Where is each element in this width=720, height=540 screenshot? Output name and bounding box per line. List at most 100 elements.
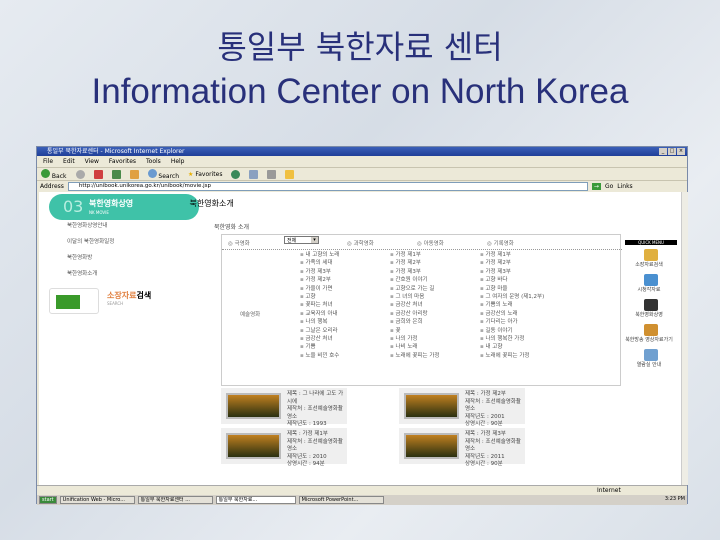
- taskbar-item[interactable]: 통일부 북한자료센터 ...: [137, 496, 213, 504]
- forward-icon[interactable]: [75, 169, 85, 179]
- movie-link[interactable]: 노래에 꽃피는 가정: [390, 352, 439, 360]
- quick-menu-item[interactable]: 북한방송 영상자료가기: [623, 324, 679, 343]
- movie-link[interactable]: 고향: [300, 293, 339, 301]
- movie-link[interactable]: 노래에 꽃피는 가정: [480, 352, 544, 360]
- stop-icon[interactable]: [93, 169, 103, 179]
- category-radio[interactable]: ◎ 기록영화: [487, 239, 514, 247]
- search-banner-image[interactable]: [49, 288, 99, 314]
- movie-thumbnail[interactable]: [404, 393, 459, 419]
- movie-card[interactable]: 제목 : 가정 제2부 제작처 : 조선예술영화촬영소 제작년도 : 2001 상영시…: [399, 388, 525, 427]
- movie-link[interactable]: 가정 제3부: [480, 268, 544, 276]
- movie-link[interactable]: 금강산 처녀: [300, 335, 339, 343]
- movie-link[interactable]: 금희와 은희: [390, 318, 439, 326]
- movie-link[interactable]: 가정 제3부: [390, 268, 439, 276]
- category-radio[interactable]: ◎ 과학영화: [347, 239, 374, 247]
- movie-link[interactable]: 나의 행복: [300, 318, 339, 326]
- home-icon[interactable]: [129, 169, 139, 179]
- movie-card[interactable]: 제목 : 가정 제1부 제작처 : 조선예술영화촬영소 제작년도 : 2010 상영시…: [221, 428, 347, 467]
- movie-link[interactable]: 길동 이야기: [480, 327, 544, 335]
- left-nav: 북한영화상영안내 이달의 북한영화일정 북한영화방 북한영화소개: [67, 221, 114, 285]
- movie-link[interactable]: 금강산 아리랑: [390, 310, 439, 318]
- close-button[interactable]: ×: [677, 148, 685, 155]
- vertical-scrollbar[interactable]: [681, 192, 688, 485]
- movie-link[interactable]: 나비 노래: [390, 343, 439, 351]
- movie-link[interactable]: 나의 가정: [390, 335, 439, 343]
- movie-link[interactable]: 가정 제3부: [300, 268, 339, 276]
- status-bar: Internet: [37, 485, 687, 495]
- movie-link[interactable]: 금강산 처녀: [390, 301, 439, 309]
- search-banner[interactable]: 소장자료검색 SEARCH: [107, 290, 151, 306]
- genre-select[interactable]: 전체 ▾: [284, 236, 319, 244]
- movie-link[interactable]: 꽃: [390, 327, 439, 335]
- movie-thumbnail[interactable]: [226, 433, 281, 459]
- quick-menu-item[interactable]: 열람실 안내: [623, 349, 679, 368]
- movie-link[interactable]: 그 여자의 운명 (제1,2부): [480, 293, 544, 301]
- movie-link[interactable]: 노을 비낀 호수: [300, 352, 339, 360]
- menu-view[interactable]: View: [85, 156, 99, 167]
- refresh-icon[interactable]: [111, 169, 121, 179]
- movie-link[interactable]: 가정 제2부: [300, 276, 339, 284]
- movie-link[interactable]: 기쁨: [300, 343, 339, 351]
- mail-icon[interactable]: [249, 169, 259, 179]
- category-radio[interactable]: ◎ 아동영화: [417, 239, 444, 247]
- quick-menu-item[interactable]: 소장자료검색: [623, 249, 679, 268]
- quick-menu-item[interactable]: 시청각자료: [623, 274, 679, 293]
- quick-menu-icon: [644, 299, 658, 311]
- maximize-button[interactable]: □: [668, 148, 676, 155]
- nav-item[interactable]: 북한영화방: [67, 253, 114, 261]
- taskbar-item[interactable]: Unification Web - Micro...: [59, 496, 135, 504]
- print-icon[interactable]: [267, 169, 277, 179]
- links-button[interactable]: Links: [617, 183, 632, 190]
- movie-column: 내 고향의 노래가족의 세대가정 제3부가정 제2부가을이 가면고향꽃파는 처녀…: [300, 251, 339, 360]
- movie-link[interactable]: 고향 바다: [480, 276, 544, 284]
- movie-link[interactable]: 기쁨의 노래: [480, 301, 544, 309]
- quick-menu-item[interactable]: 북한영화상영: [623, 299, 679, 318]
- folder-icon[interactable]: [285, 169, 295, 179]
- window-title: 통일부 북한자료센터 - Microsoft Internet Explorer: [47, 148, 185, 155]
- movie-link[interactable]: 그날은 오리라: [300, 327, 339, 335]
- movie-link[interactable]: 간호원 이야기: [390, 276, 439, 284]
- movie-link[interactable]: 가정 제1부: [480, 251, 544, 259]
- search-button[interactable]: Search: [147, 168, 179, 180]
- movie-link[interactable]: 가정 제2부: [480, 259, 544, 267]
- movie-link[interactable]: 내 고향의 노래: [300, 251, 339, 259]
- minimize-button[interactable]: _: [659, 148, 667, 155]
- movie-link[interactable]: 고향 마을: [480, 285, 544, 293]
- movie-thumbnail[interactable]: [226, 393, 281, 419]
- movie-link[interactable]: 내 고향: [480, 343, 544, 351]
- media-icon[interactable]: [231, 169, 241, 179]
- section-banner[interactable]: 03 북한영화상영 NK MOVIE: [49, 194, 199, 220]
- taskbar-item[interactable]: Microsoft PowerPoint...: [298, 496, 384, 504]
- movie-link[interactable]: 가정 제1부: [390, 251, 439, 259]
- movie-link[interactable]: 금강산의 노래: [480, 310, 544, 318]
- movie-link[interactable]: 고향으로 가는 길: [390, 285, 439, 293]
- movie-link[interactable]: 기다리는 아가: [480, 318, 544, 326]
- favorites-button[interactable]: ★ Favorites: [188, 171, 222, 178]
- movie-link[interactable]: 나의 행복한 가정: [480, 335, 544, 343]
- movie-link[interactable]: 교육자의 아내: [300, 310, 339, 318]
- nav-item[interactable]: 북한영화상영안내: [67, 221, 114, 229]
- nav-item[interactable]: 북한영화소개: [67, 269, 114, 277]
- menu-favorites[interactable]: Favorites: [109, 156, 136, 167]
- go-button[interactable]: →: [591, 182, 601, 190]
- movie-thumbnail[interactable]: [404, 433, 459, 459]
- browser-window: 통일부 북한자료센터 - Microsoft Internet Explorer…: [36, 146, 688, 505]
- taskbar-item[interactable]: 통일부 북한자료...: [215, 496, 296, 504]
- movie-link[interactable]: 그 녀의 마음: [390, 293, 439, 301]
- nav-item[interactable]: 이달의 북한영화일정: [67, 237, 114, 245]
- movie-card[interactable]: 제목 : 그 나라에 고도 가시에 제작처 : 조선예술영화촬영소 제작년도 : 1…: [221, 388, 347, 435]
- start-button[interactable]: start: [39, 496, 57, 504]
- menu-help[interactable]: Help: [171, 156, 185, 167]
- movie-link[interactable]: 가족의 세대: [300, 259, 339, 267]
- menu-edit[interactable]: Edit: [63, 156, 75, 167]
- url-input[interactable]: [67, 181, 588, 191]
- menu-file[interactable]: File: [43, 156, 53, 167]
- back-button[interactable]: Back: [41, 168, 67, 180]
- movie-card[interactable]: 제목 : 가정 제3부 제작처 : 조선예술영화촬영소 제작년도 : 2011 상영시…: [399, 428, 525, 467]
- star-icon: ★: [188, 170, 194, 178]
- menu-tools[interactable]: Tools: [146, 156, 161, 167]
- movie-link[interactable]: 가을이 가면: [300, 285, 339, 293]
- category-radio[interactable]: ◎ 극영화: [228, 239, 250, 247]
- movie-link[interactable]: 꽃파는 처녀: [300, 301, 339, 309]
- movie-link[interactable]: 가정 제2부: [390, 259, 439, 267]
